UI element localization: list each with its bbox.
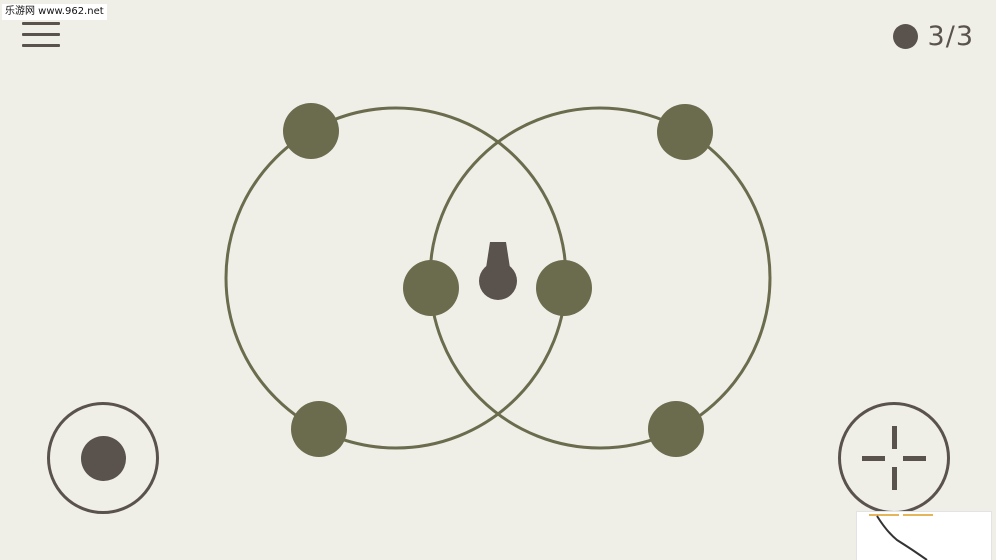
enemy-orb-bottom-right (648, 401, 704, 457)
joystick-knob[interactable] (81, 436, 126, 481)
enemy-orb-top-left (283, 103, 339, 159)
player-cannon-body (479, 262, 517, 300)
corner-logo-icon (869, 514, 933, 560)
movement-joystick[interactable] (47, 402, 159, 514)
enemy-orb-top-right (657, 104, 713, 160)
corner-logo-badge (856, 511, 992, 560)
fire-button[interactable] (838, 402, 950, 514)
crosshair-icon (862, 426, 926, 490)
player-cannon (479, 242, 517, 300)
enemy-orb-middle-left (403, 260, 459, 316)
enemy-orb-middle-right (536, 260, 592, 316)
game-screen: 乐游网 www.962.net 3/3 (0, 0, 996, 560)
enemy-orb-bottom-left (291, 401, 347, 457)
